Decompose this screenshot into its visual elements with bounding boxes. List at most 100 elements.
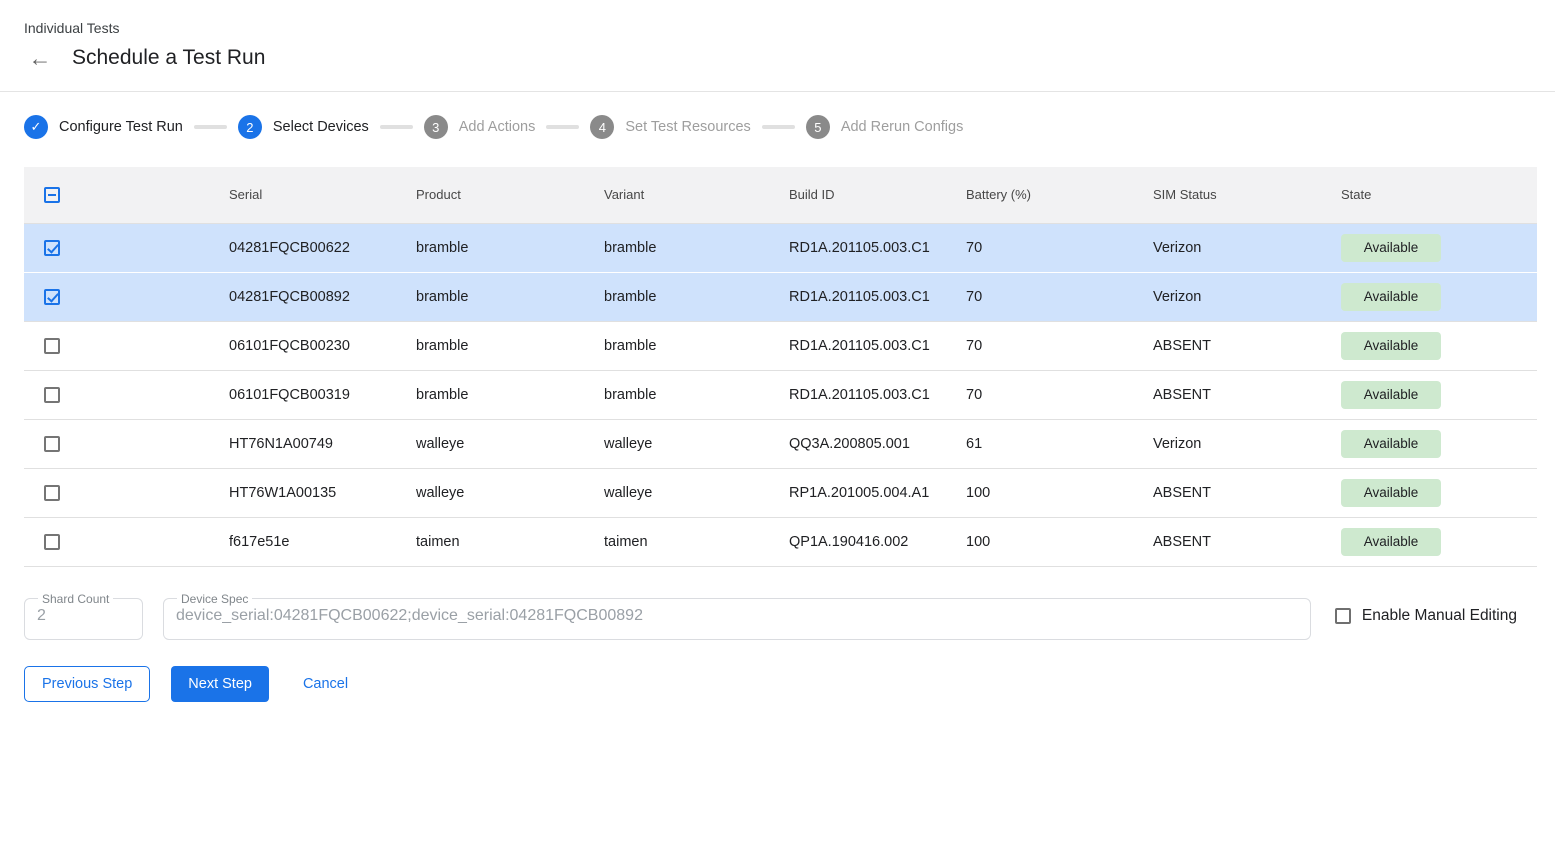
device-row[interactable]: 06101FQCB00230 bramble bramble RD1A.2011… <box>24 321 1537 370</box>
step-number-circle: 5 <box>806 115 830 139</box>
page-header: Individual Tests ← Schedule a Test Run <box>0 0 1555 72</box>
step-label: Add Actions <box>459 119 536 135</box>
cell-variant: walleye <box>584 419 769 468</box>
status-badge: Available <box>1341 479 1441 507</box>
cell-build-id: RP1A.201005.004.A1 <box>769 468 946 517</box>
step-label: Add Rerun Configs <box>841 119 964 135</box>
cell-product: bramble <box>396 223 584 272</box>
device-spec-input[interactable] <box>176 607 1298 625</box>
device-row[interactable]: f617e51e taimen taimen QP1A.190416.002 1… <box>24 517 1537 566</box>
device-row[interactable]: 06101FQCB00319 bramble bramble RD1A.2011… <box>24 370 1537 419</box>
header-divider <box>0 91 1555 92</box>
stepper-step-select-devices[interactable]: 2 Select Devices <box>238 115 369 139</box>
column-header-variant: Variant <box>584 167 769 223</box>
cell-battery: 100 <box>946 468 1133 517</box>
row-checkbox[interactable] <box>44 534 60 550</box>
column-header-state: State <box>1321 167 1537 223</box>
device-spec-form: Shard Count Device Spec Enable Manual Ed… <box>24 592 1531 640</box>
stepper-step-add-actions[interactable]: 3 Add Actions <box>424 115 536 139</box>
arrow-back-icon: ← <box>29 45 52 72</box>
row-checkbox[interactable] <box>44 436 60 452</box>
column-header-sim-status: SIM Status <box>1133 167 1321 223</box>
cell-build-id: RD1A.201105.003.C1 <box>769 272 946 321</box>
device-table: Serial Product Variant Build ID Battery … <box>24 167 1537 567</box>
cell-serial: HT76N1A00749 <box>209 419 396 468</box>
next-step-button[interactable]: Next Step <box>171 666 269 702</box>
row-checkbox[interactable] <box>44 289 60 305</box>
status-badge: Available <box>1341 283 1441 311</box>
cell-serial: 04281FQCB00892 <box>209 272 396 321</box>
cell-sim-status: ABSENT <box>1133 370 1321 419</box>
status-badge: Available <box>1341 430 1441 458</box>
stepper-step-configure-test-run[interactable]: ✓ Configure Test Run <box>24 115 183 139</box>
cell-variant: taimen <box>584 517 769 566</box>
table-header-row: Serial Product Variant Build ID Battery … <box>24 167 1537 223</box>
cell-build-id: RD1A.201105.003.C1 <box>769 223 946 272</box>
device-spec-label: Device Spec <box>177 592 252 606</box>
cell-battery: 61 <box>946 419 1133 468</box>
cell-serial: HT76W1A00135 <box>209 468 396 517</box>
cell-variant: bramble <box>584 321 769 370</box>
shard-count-input[interactable] <box>37 607 130 625</box>
cell-battery: 70 <box>946 272 1133 321</box>
stepper-step-set-test-resources[interactable]: 4 Set Test Resources <box>590 115 750 139</box>
step-connector <box>194 125 227 129</box>
device-row[interactable]: HT76N1A00749 walleye walleye QQ3A.200805… <box>24 419 1537 468</box>
cell-serial: f617e51e <box>209 517 396 566</box>
cell-battery: 100 <box>946 517 1133 566</box>
stepper-step-add-rerun-configs[interactable]: 5 Add Rerun Configs <box>806 115 964 139</box>
cell-product: bramble <box>396 370 584 419</box>
row-checkbox[interactable] <box>44 338 60 354</box>
device-spec-field: Device Spec <box>163 592 1311 640</box>
cell-serial: 04281FQCB00622 <box>209 223 396 272</box>
cell-battery: 70 <box>946 223 1133 272</box>
row-checkbox[interactable] <box>44 387 60 403</box>
column-header-battery: Battery (%) <box>946 167 1133 223</box>
status-badge: Available <box>1341 234 1441 262</box>
page-title: Schedule a Test Run <box>72 46 265 70</box>
cell-sim-status: ABSENT <box>1133 517 1321 566</box>
action-bar: Previous Step Next Step Cancel <box>24 666 1531 702</box>
device-row[interactable]: 04281FQCB00892 bramble bramble RD1A.2011… <box>24 272 1537 321</box>
cell-variant: walleye <box>584 468 769 517</box>
device-row[interactable]: HT76W1A00135 walleye walleye RP1A.201005… <box>24 468 1537 517</box>
back-button[interactable]: ← <box>26 44 54 72</box>
cell-product: bramble <box>396 321 584 370</box>
status-badge: Available <box>1341 332 1441 360</box>
cell-sim-status: ABSENT <box>1133 468 1321 517</box>
row-checkbox[interactable] <box>44 240 60 256</box>
column-header-product: Product <box>396 167 584 223</box>
cell-product: bramble <box>396 272 584 321</box>
cell-product: taimen <box>396 517 584 566</box>
status-badge: Available <box>1341 381 1441 409</box>
cell-variant: bramble <box>584 370 769 419</box>
cell-product: walleye <box>396 468 584 517</box>
shard-count-field: Shard Count <box>24 592 143 640</box>
cell-build-id: RD1A.201105.003.C1 <box>769 370 946 419</box>
column-header-build-id: Build ID <box>769 167 946 223</box>
cell-battery: 70 <box>946 370 1133 419</box>
shard-count-label: Shard Count <box>38 592 113 606</box>
enable-manual-editing-checkbox[interactable] <box>1335 608 1351 624</box>
step-completed-circle: ✓ <box>24 115 48 139</box>
step-label: Configure Test Run <box>59 119 183 135</box>
cancel-button[interactable]: Cancel <box>287 666 364 702</box>
cell-serial: 06101FQCB00230 <box>209 321 396 370</box>
select-all-checkbox[interactable] <box>44 187 60 203</box>
cell-sim-status: Verizon <box>1133 419 1321 468</box>
step-number-circle: 2 <box>238 115 262 139</box>
step-connector <box>380 125 413 129</box>
cell-build-id: QP1A.190416.002 <box>769 517 946 566</box>
step-number-circle: 4 <box>590 115 614 139</box>
device-row[interactable]: 04281FQCB00622 bramble bramble RD1A.2011… <box>24 223 1537 272</box>
breadcrumb: Individual Tests <box>24 20 1531 36</box>
check-icon: ✓ <box>31 119 42 135</box>
enable-manual-editing-toggle[interactable]: Enable Manual Editing <box>1335 607 1517 625</box>
cell-product: walleye <box>396 419 584 468</box>
step-number-circle: 3 <box>424 115 448 139</box>
row-checkbox[interactable] <box>44 485 60 501</box>
step-label: Set Test Resources <box>625 119 750 135</box>
previous-step-button[interactable]: Previous Step <box>24 666 150 702</box>
cell-build-id: QQ3A.200805.001 <box>769 419 946 468</box>
step-connector <box>762 125 795 129</box>
